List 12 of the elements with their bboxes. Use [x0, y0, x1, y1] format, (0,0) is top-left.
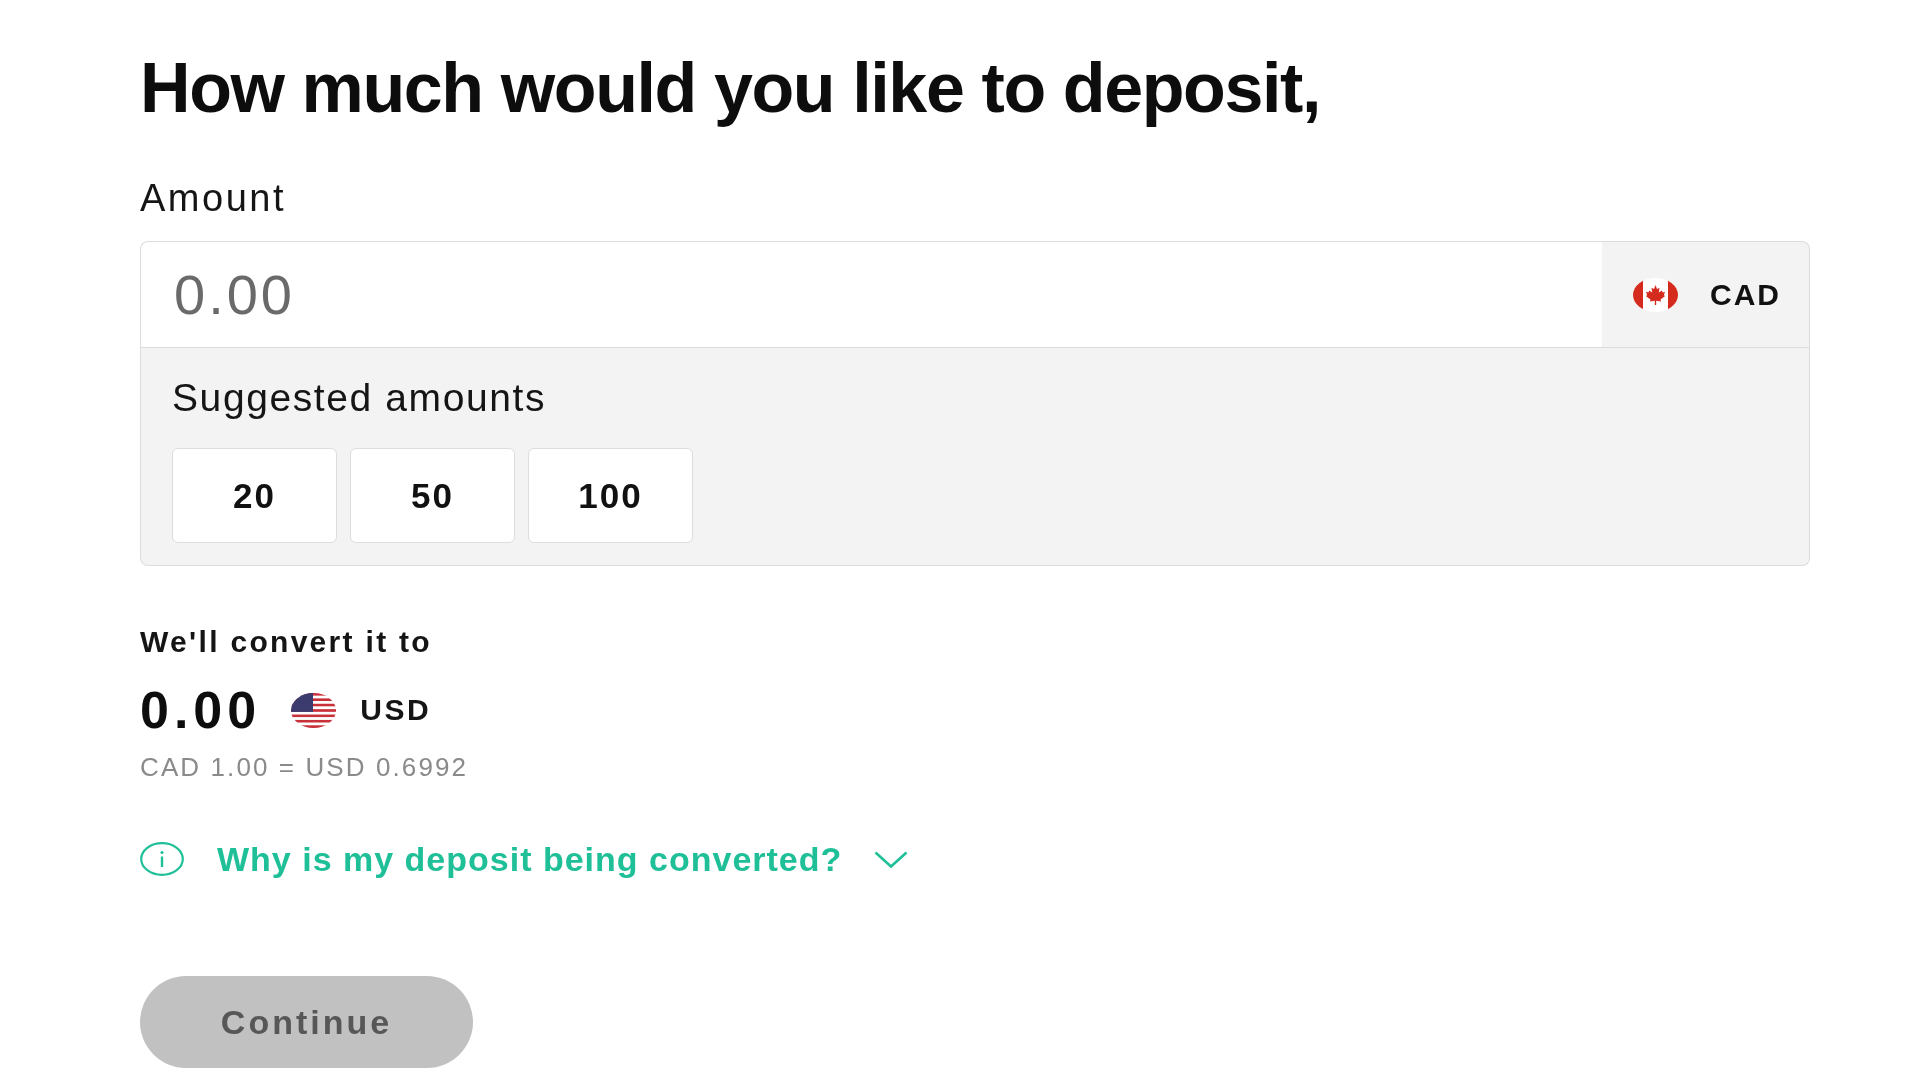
- amount-label: Amount: [140, 176, 286, 221]
- converted-amount: 0.00: [140, 680, 262, 740]
- suggested-label: Suggested amounts: [172, 375, 547, 421]
- info-icon: [140, 842, 184, 876]
- convert-label: We'll convert it to: [140, 624, 432, 660]
- converted-currency: USD: [360, 693, 432, 727]
- page-heading: How much would you like to deposit,: [140, 48, 1320, 128]
- amount-chip-button[interactable]: 20: [172, 448, 337, 543]
- exchange-rate: CAD 1.00 = USD 0.6992: [140, 751, 469, 783]
- amount-chip-button[interactable]: 100: [528, 448, 693, 543]
- us-flag-icon: [291, 692, 337, 728]
- amount-chip-button[interactable]: 50: [350, 448, 515, 543]
